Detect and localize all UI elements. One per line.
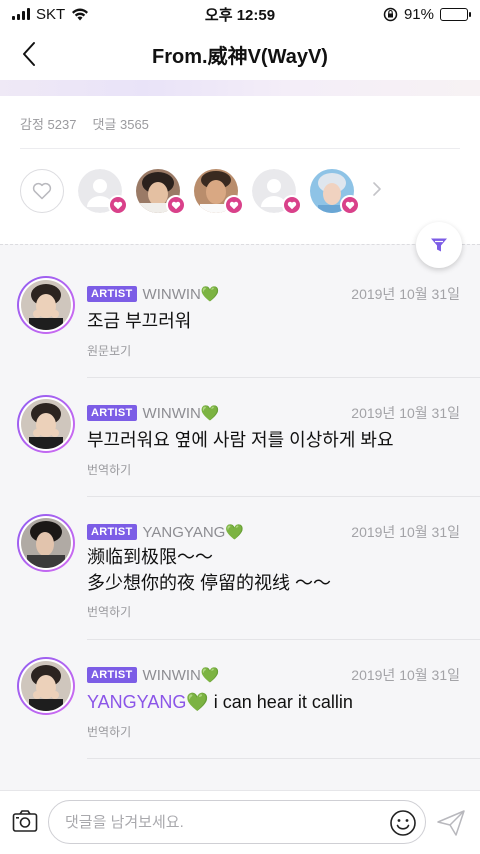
artist-badge: ARTIST	[87, 286, 137, 302]
status-left: SKT	[12, 6, 89, 23]
reactor-avatar[interactable]	[252, 169, 302, 215]
filter-button[interactable]	[416, 222, 462, 268]
view-original-button[interactable]: 원문보기	[87, 342, 131, 359]
heart-badge-icon	[224, 195, 244, 215]
comment-input[interactable]	[48, 800, 426, 844]
send-icon	[437, 810, 465, 836]
comment-text: 부끄러워요 옆에 사람 저를 이상하게 봐요	[87, 430, 394, 450]
page-title: From.威神V(WayV)	[152, 45, 328, 68]
status-bar: SKT 오후 12:59 91%	[0, 0, 480, 28]
more-reactors-button[interactable]	[372, 181, 382, 202]
battery-percent: 91%	[403, 5, 434, 23]
section-divider	[0, 244, 480, 245]
comment-line: 濒临到极限～～	[87, 547, 213, 567]
reactor-list	[20, 168, 480, 215]
comment-rest: 💚 i can hear it callin	[186, 692, 353, 712]
comment-date: 2019년 10월 31일	[351, 667, 460, 683]
comment-input-bar	[0, 790, 480, 854]
comment-text: YANGYANG💚 i can hear it callin	[87, 689, 460, 715]
heart-badge-icon	[166, 195, 186, 215]
chevron-left-icon	[23, 42, 35, 66]
back-button[interactable]	[22, 40, 46, 68]
status-right: 91%	[383, 5, 471, 23]
send-button[interactable]	[436, 809, 466, 837]
artist-avatar[interactable]	[17, 276, 75, 334]
translate-button[interactable]: 번역하기	[87, 461, 131, 478]
header: From.威神V(WayV)	[0, 28, 480, 80]
divider	[20, 148, 460, 149]
comment-date: 2019년 10월 31일	[351, 405, 460, 421]
translate-button[interactable]: 번역하기	[87, 603, 131, 620]
like-button[interactable]	[20, 169, 64, 213]
emoji-button[interactable]	[389, 809, 417, 837]
comment-header: ARTIST WINWIN💚 2019년 10월 31일	[87, 665, 460, 685]
artist-badge: ARTIST	[87, 524, 137, 540]
camera-button[interactable]	[12, 809, 38, 833]
camera-icon	[12, 810, 38, 832]
comment-author[interactable]: YANGYANG💚	[143, 523, 244, 541]
carrier-label: SKT	[36, 5, 66, 23]
reactor-avatar[interactable]	[194, 169, 244, 215]
artist-avatar[interactable]	[17, 514, 75, 572]
reactor-avatar[interactable]	[136, 169, 186, 215]
divider	[87, 377, 480, 378]
reactor-avatar[interactable]	[310, 169, 360, 215]
mention-link[interactable]: YANGYANG	[87, 692, 186, 712]
smiley-icon	[390, 810, 416, 836]
comment-author[interactable]: WINWIN💚	[143, 404, 220, 422]
heart-badge-icon	[340, 195, 360, 215]
divider	[87, 758, 480, 759]
chevron-right-icon	[373, 181, 381, 196]
filter-icon	[431, 238, 447, 252]
artist-badge: ARTIST	[87, 405, 137, 421]
comment-date: 2019년 10월 31일	[351, 286, 460, 302]
heart-badge-icon	[282, 195, 302, 215]
stats: 감정 5237 댓글 3565	[20, 114, 149, 133]
comment-text: 조금 부끄러워	[87, 311, 192, 331]
heart-outline-icon	[32, 182, 52, 200]
wifi-icon	[72, 8, 89, 20]
artist-avatar[interactable]	[17, 395, 75, 453]
battery-icon	[440, 7, 471, 21]
signal-icon	[12, 8, 30, 20]
reaction-panel: 감정 5237 댓글 3565	[0, 96, 480, 244]
comment-header: ARTIST WINWIN💚 2019년 10월 31일	[87, 403, 460, 423]
divider	[87, 496, 480, 497]
orientation-lock-icon	[383, 7, 398, 21]
comment-header: ARTIST YANGYANG💚 2019년 10월 31일	[87, 522, 460, 542]
heart-badge-icon	[108, 195, 128, 215]
comment-author[interactable]: WINWIN💚	[143, 666, 220, 684]
header-gradient	[0, 80, 480, 96]
comment-count: 댓글 3565	[92, 117, 149, 132]
artist-avatar[interactable]	[17, 657, 75, 715]
comment-date: 2019년 10월 31일	[351, 524, 460, 540]
reactor-avatar[interactable]	[78, 169, 128, 215]
comment-header: ARTIST WINWIN💚 2019년 10월 31일	[87, 284, 460, 304]
comment-author[interactable]: WINWIN💚	[143, 285, 220, 303]
artist-badge: ARTIST	[87, 667, 137, 683]
translate-button[interactable]: 번역하기	[87, 723, 131, 740]
comment-line: 多少想你的夜 停留的视线 ～～	[87, 573, 332, 593]
divider	[87, 639, 480, 640]
emotion-count: 감정 5237	[20, 117, 77, 132]
comment-text: 濒临到极限～～ 多少想你的夜 停留的视线 ～～	[87, 544, 460, 596]
